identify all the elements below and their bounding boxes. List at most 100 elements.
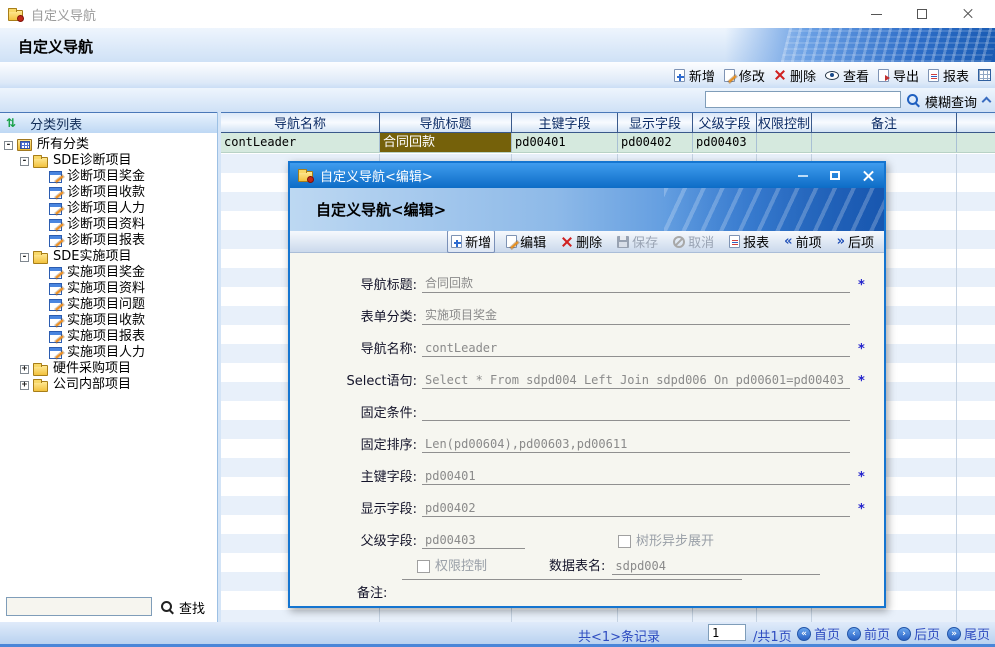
cancel-icon bbox=[673, 236, 685, 248]
dialog-toolbar-new-button[interactable]: 新增 bbox=[447, 230, 495, 253]
table-cell[interactable] bbox=[757, 133, 812, 152]
grid-icon bbox=[978, 69, 991, 81]
tree-item[interactable]: 实施项目问题 bbox=[0, 297, 217, 313]
toolbar-grid-button[interactable] bbox=[978, 69, 991, 81]
tree-item-label: 诊断项目人力 bbox=[67, 201, 145, 217]
field-input[interactable]: Len(pd00604),pd00603,pd00611 bbox=[422, 436, 850, 453]
tree-item[interactable]: -SDE诊断项目 bbox=[0, 153, 217, 169]
field-input[interactable]: 合同回款 bbox=[422, 274, 850, 293]
dialog-close-button[interactable] bbox=[862, 170, 874, 182]
dialog-toolbar-prev-button[interactable]: «前项 bbox=[780, 230, 825, 253]
expander-minus-icon[interactable]: - bbox=[20, 157, 29, 166]
toolbar-delete-button[interactable]: 删除 bbox=[774, 66, 816, 85]
last-page-button[interactable]: »尾页 bbox=[947, 624, 990, 643]
column-header-3[interactable]: 显示字段 bbox=[618, 113, 693, 132]
expander-plus-icon[interactable]: + bbox=[20, 365, 29, 374]
table-row[interactable]: contLeader合同回款pd00401pd00402pd00403 bbox=[221, 133, 995, 153]
tree-item[interactable]: 实施项目资料 bbox=[0, 281, 217, 297]
tree-item-label: 诊断项目报表 bbox=[67, 233, 145, 249]
tree-item[interactable]: 实施项目报表 bbox=[0, 329, 217, 345]
field-input[interactable]: contLeader bbox=[422, 340, 850, 357]
required-marker: * bbox=[858, 342, 870, 357]
decorative-banner-image bbox=[725, 28, 995, 62]
dialog-toolbar-edit-button[interactable]: 编辑 bbox=[502, 230, 550, 253]
toolbar-view-button[interactable]: 查看 bbox=[825, 66, 869, 85]
tree-item[interactable]: 实施项目奖金 bbox=[0, 265, 217, 281]
sidebar: ⇅ 分类列表 -所有分类-SDE诊断项目诊断项目奖金诊断项目收款诊断项目人力诊断… bbox=[0, 112, 218, 622]
table-cell[interactable]: pd00402 bbox=[618, 133, 693, 152]
column-header-6[interactable]: 备注 bbox=[812, 113, 957, 132]
close-icon bbox=[962, 8, 974, 20]
tree-item[interactable]: 诊断项目收款 bbox=[0, 185, 217, 201]
sidebar-header: ⇅ 分类列表 bbox=[0, 112, 217, 133]
field-input[interactable]: 实施项目奖金 bbox=[422, 306, 850, 325]
field-input[interactable]: pd00402 bbox=[422, 500, 850, 517]
dialog-toolbar-save-button[interactable]: 保存 bbox=[613, 230, 662, 253]
tree-item-label: 公司内部项目 bbox=[53, 377, 131, 393]
table-gridline bbox=[956, 154, 957, 622]
dialog-form: 导航标题:合同回款*表单分类:实施项目奖金导航名称:contLeader*Sel… bbox=[290, 253, 884, 606]
table-cell[interactable]: 合同回款 bbox=[380, 133, 512, 152]
dialog-toolbar-report-button[interactable]: 报表 bbox=[725, 230, 773, 253]
table-name-input[interactable]: sdpd004 bbox=[612, 558, 820, 575]
tree-item[interactable]: +硬件采购项目 bbox=[0, 361, 217, 377]
expander-minus-icon[interactable]: - bbox=[4, 141, 13, 150]
toolbar-modify-button[interactable]: 修改 bbox=[724, 66, 765, 85]
table-cell[interactable]: contLeader bbox=[221, 133, 380, 152]
maximize-button[interactable] bbox=[899, 0, 945, 28]
page-number-input[interactable] bbox=[708, 624, 746, 641]
tree-item[interactable]: + 公司内部项目 bbox=[0, 377, 217, 393]
search-input[interactable] bbox=[705, 91, 901, 108]
tree-item[interactable]: -所有分类 bbox=[0, 137, 217, 153]
table-cell[interactable]: pd00401 bbox=[512, 133, 618, 152]
tree-item[interactable]: 实施项目人力 bbox=[0, 345, 217, 361]
field-label: 固定排序: bbox=[290, 438, 422, 453]
column-header-1[interactable]: 导航标题 bbox=[380, 113, 512, 132]
parent-field-input[interactable]: pd00403 bbox=[422, 532, 525, 549]
expander-plus-icon[interactable]: + bbox=[20, 381, 29, 390]
dialog-titlebar[interactable]: 自定义导航<编辑> bbox=[290, 163, 884, 188]
next-page-button[interactable]: ›后页 bbox=[897, 624, 940, 643]
dialog-maximize-button[interactable] bbox=[830, 171, 840, 180]
tree-item[interactable]: 诊断项目奖金 bbox=[0, 169, 217, 185]
tree-item[interactable]: 诊断项目资料 bbox=[0, 217, 217, 233]
toolbar-new-button[interactable]: 新增 bbox=[674, 66, 715, 85]
search-icon[interactable] bbox=[906, 93, 920, 107]
collapse-icon[interactable] bbox=[982, 97, 992, 107]
tree-item[interactable]: 实施项目收款 bbox=[0, 313, 217, 329]
column-header-4[interactable]: 父级字段 bbox=[693, 113, 757, 132]
field-label: 父级字段: bbox=[290, 534, 422, 549]
toolbar-export-button[interactable]: 导出 bbox=[878, 66, 919, 85]
table-cell[interactable]: pd00403 bbox=[693, 133, 757, 152]
refresh-icon[interactable]: ⇅ bbox=[6, 117, 16, 129]
save-icon bbox=[617, 236, 629, 248]
first-page-button[interactable]: «首页 bbox=[797, 624, 840, 643]
window-titlebar[interactable]: 自定义导航 bbox=[0, 0, 995, 28]
find-input[interactable] bbox=[6, 597, 152, 616]
tree-item[interactable]: 诊断项目人力 bbox=[0, 201, 217, 217]
field-input[interactable] bbox=[422, 404, 850, 421]
column-header-2[interactable]: 主键字段 bbox=[512, 113, 618, 132]
dialog-toolbar-delete-button[interactable]: 删除 bbox=[557, 230, 606, 253]
table-cell[interactable] bbox=[812, 133, 957, 152]
find-icon[interactable] bbox=[160, 600, 174, 614]
button-label: 查看 bbox=[843, 66, 869, 85]
dialog-toolbar-cancel-button[interactable]: 取消 bbox=[669, 230, 718, 253]
dialog-toolbar-next-button[interactable]: »后项 bbox=[833, 230, 878, 253]
toolbar-report-button[interactable]: 报表 bbox=[928, 66, 969, 85]
field-input[interactable]: Select * From sdpd004 Left Join sdpd006 … bbox=[422, 372, 850, 389]
expander-minus-icon[interactable]: - bbox=[20, 253, 29, 262]
dialog-minimize-button[interactable] bbox=[798, 175, 808, 177]
field-input[interactable]: pd00401 bbox=[422, 468, 850, 485]
close-button[interactable] bbox=[945, 0, 991, 28]
tree-async-expand-checkbox[interactable] bbox=[618, 535, 631, 548]
fuzzy-query-label[interactable]: 模糊查询 bbox=[925, 92, 977, 111]
column-header-5[interactable]: 权限控制 bbox=[757, 113, 812, 132]
column-header-0[interactable]: 导航名称 bbox=[221, 113, 380, 132]
minimize-button[interactable] bbox=[853, 0, 899, 28]
permission-control-checkbox[interactable] bbox=[417, 560, 430, 573]
prev-page-button[interactable]: ‹前页 bbox=[847, 624, 890, 643]
tree-item[interactable]: 诊断项目报表 bbox=[0, 233, 217, 249]
find-label[interactable]: 查找 bbox=[179, 598, 205, 617]
tree-item[interactable]: -SDE实施项目 bbox=[0, 249, 217, 265]
